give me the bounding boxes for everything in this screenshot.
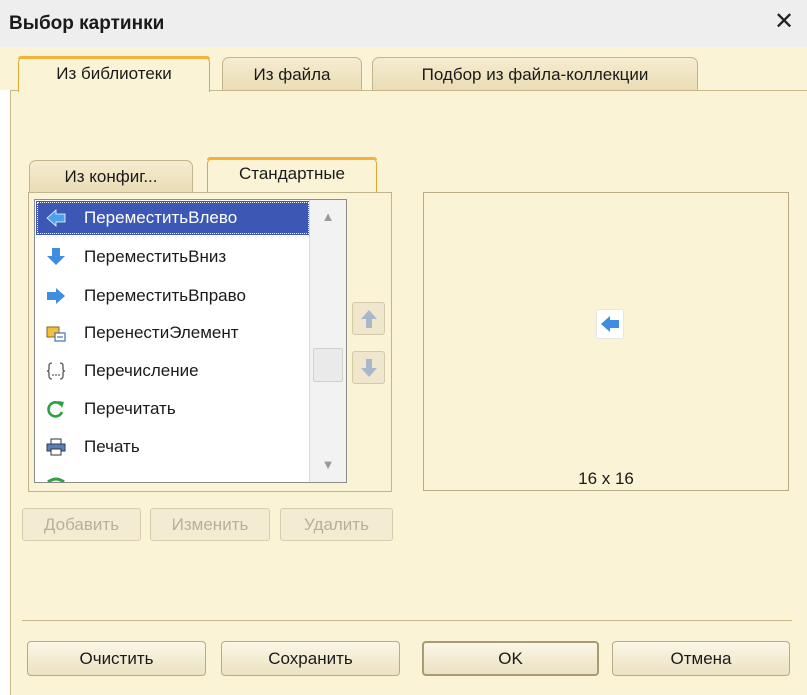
list-item-reread[interactable]: Перечитать [36,392,310,426]
list-item-label: Печать [84,437,140,456]
list-item-transfer-element[interactable]: ПеренестиЭлемент [36,316,310,350]
list-item-label: ПереместитьВниз [84,247,227,266]
tab-label: Из библиотеки [56,64,172,83]
arrow-down-icon [47,248,65,265]
delete-button[interactable]: Удалить [280,508,393,541]
list-item-partial [36,468,310,482]
add-button[interactable]: Добавить [22,508,141,541]
list-item-move-down[interactable]: ПереместитьВниз [36,240,310,274]
ok-button[interactable]: OK [422,641,599,676]
arrow-down-icon [361,359,377,377]
list-scrollbar[interactable]: ▲ ▼ [309,200,346,482]
list-item-label: Перечисление [84,361,199,380]
tab-label: Подбор из файла-коллекции [421,65,649,84]
list-item-label: ПеренестиЭлемент [84,323,239,342]
tab-from-library[interactable]: Из библиотеки [18,56,210,92]
arrow-left-icon [601,316,619,332]
footer-separator [22,620,792,621]
tab-collection-file[interactable]: Подбор из файла-коллекции [372,57,698,91]
close-icon[interactable]: ✕ [771,9,797,35]
window-title: Выбор картинки [9,13,165,34]
preview-panel [423,192,789,491]
enum-braces-icon [46,362,66,380]
edit-button[interactable]: Изменить [150,508,270,541]
tab-label: Стандартные [238,164,346,183]
list-item-label: Перечитать [84,399,176,418]
scroll-up-icon[interactable]: ▲ [312,202,344,232]
save-button[interactable]: Сохранить [221,641,400,676]
list-item-print[interactable]: Печать [36,430,310,464]
arrow-up-icon [361,310,377,328]
preview-image [596,309,624,339]
reload-icon [47,401,64,418]
scroll-thumb[interactable] [313,348,343,382]
cancel-button[interactable]: Отмена [612,641,790,676]
list-item-move-right[interactable]: ПереместитьВправо [36,279,310,313]
list-item-enumeration[interactable]: Перечисление [36,354,310,388]
list-item-label: ПереместитьВлево [84,208,238,227]
move-down-button[interactable] [352,351,385,384]
left-edge [0,90,11,695]
title-bar: Выбор картинки ✕ [0,0,807,47]
tab-standard[interactable]: Стандартные [207,157,377,192]
image-size-label: 16 x 16 [578,469,634,488]
partial-icon [47,477,65,482]
move-up-button[interactable] [352,302,385,335]
arrow-left-icon [46,209,66,227]
scroll-down-icon[interactable]: ▼ [312,450,344,480]
tab-label: Из файла [253,65,331,84]
arrow-right-icon [47,288,65,304]
printer-icon [46,438,66,456]
list-item-label: ПереместитьВправо [84,286,246,305]
transfer-icon [46,326,66,342]
list-item-move-left[interactable]: ПереместитьВлево [36,201,310,235]
tab-from-config[interactable]: Из конфиг... [29,160,193,193]
picture-list[interactable]: ПереместитьВлево ПереместитьВниз Перемес… [34,199,347,483]
tab-from-file[interactable]: Из файла [222,57,362,91]
clear-button[interactable]: Очистить [27,641,206,676]
picture-chooser-dialog: Выбор картинки ✕ Из библиотеки Из файла … [0,0,807,695]
tab-label: Из конфиг... [64,167,158,186]
